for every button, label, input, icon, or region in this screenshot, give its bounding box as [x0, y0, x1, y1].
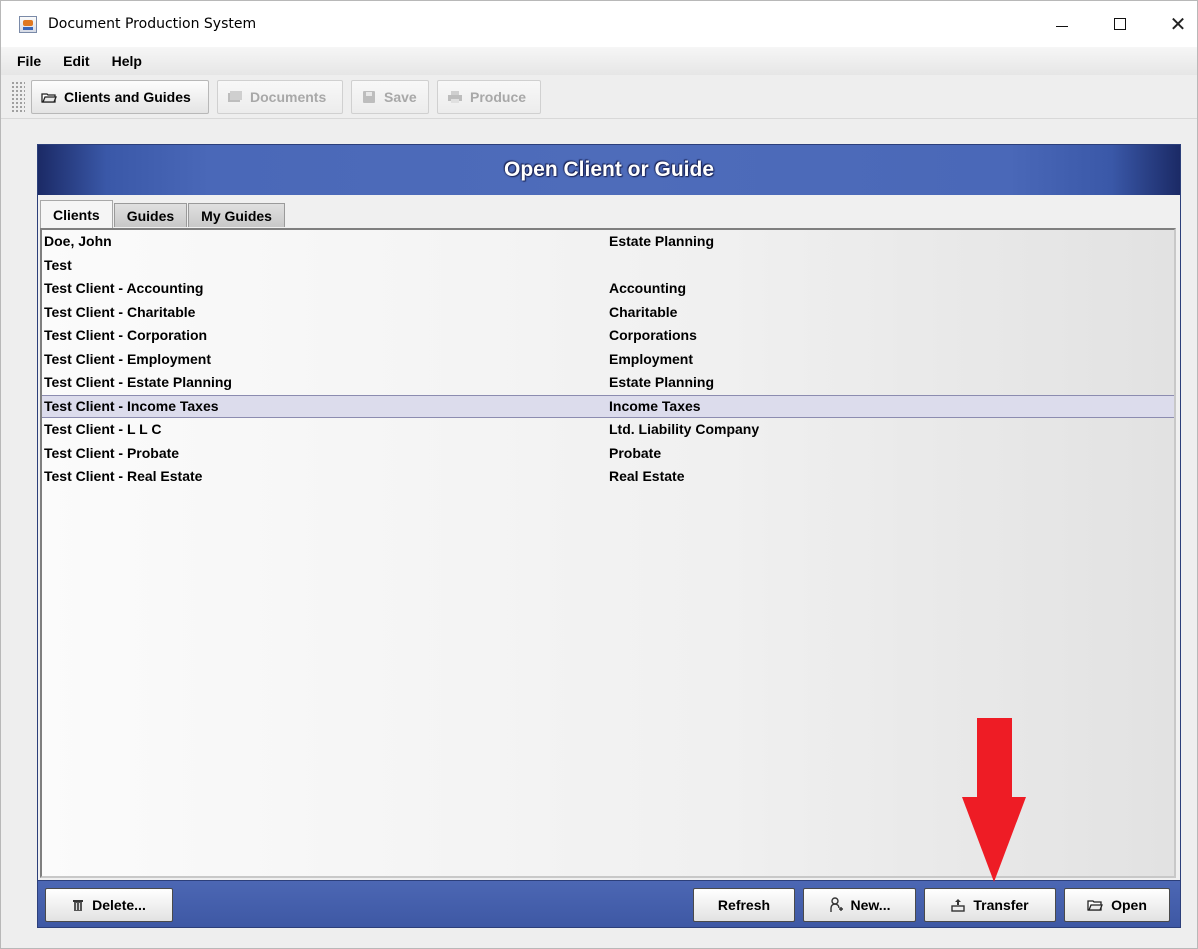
- title-bar: Document Production System ✕: [1, 1, 1197, 47]
- minimize-icon: [1056, 25, 1068, 27]
- refresh-button[interactable]: Refresh: [693, 888, 795, 922]
- transfer-button[interactable]: Transfer: [924, 888, 1056, 922]
- printer-icon: [446, 89, 464, 105]
- client-guide-type: Real Estate: [609, 468, 685, 484]
- window-title: Document Production System: [48, 16, 257, 32]
- list-item[interactable]: Test Client - Real Estate Real Estate: [42, 465, 1174, 489]
- list-item[interactable]: Test Client - Accounting Accounting: [42, 277, 1174, 301]
- client-name: Test Client - Estate Planning: [44, 374, 232, 390]
- tab-guides[interactable]: Guides: [113, 203, 188, 227]
- menu-file[interactable]: File: [3, 53, 49, 69]
- client-name: Test Client - L L C: [44, 421, 162, 437]
- menu-edit[interactable]: Edit: [49, 53, 97, 69]
- open-folder-icon: [1087, 898, 1104, 912]
- open-label: Open: [1111, 897, 1147, 913]
- transfer-label: Transfer: [973, 897, 1029, 913]
- menu-help[interactable]: Help: [98, 53, 150, 69]
- client-name: Test Client - Income Taxes: [44, 397, 219, 414]
- documents-label: Documents: [250, 89, 327, 105]
- toolbar: Clients and Guides Documents Save Produc…: [1, 75, 1197, 119]
- client-guide-type: Corporations: [609, 327, 697, 343]
- client-name: Test Client - Corporation: [44, 327, 208, 343]
- list-item[interactable]: Test: [42, 254, 1174, 278]
- trash-icon: [72, 898, 84, 912]
- list-item[interactable]: Test Client - Charitable Charitable: [42, 301, 1174, 325]
- app-icon: [19, 16, 37, 33]
- list-item[interactable]: Test Client - Corporation Corporations: [42, 324, 1174, 348]
- client-name: Doe, John: [44, 233, 112, 249]
- list-item[interactable]: Doe, John Estate Planning: [42, 230, 1174, 254]
- close-button[interactable]: ✕: [1149, 1, 1198, 47]
- minimize-button[interactable]: [1033, 1, 1091, 47]
- app-window: Document Production System ✕ File Edit H…: [0, 0, 1198, 949]
- tab-strip: Clients Guides My Guides: [40, 200, 286, 228]
- clients-and-guides-button[interactable]: Clients and Guides: [31, 80, 209, 114]
- menu-bar: File Edit Help: [1, 47, 1197, 75]
- close-icon: ✕: [1169, 12, 1187, 36]
- client-guide-type: Estate Planning: [609, 374, 715, 390]
- produce-button[interactable]: Produce: [437, 80, 541, 114]
- maximize-button[interactable]: [1091, 1, 1149, 47]
- client-guide-type: Charitable: [609, 303, 678, 320]
- client-name: Test Client - Charitable: [44, 303, 196, 320]
- panel-header: Open Client or Guide: [38, 145, 1180, 195]
- list-item[interactable]: Test Client - Employment Employment: [42, 348, 1174, 372]
- folder-open-icon: [40, 89, 58, 105]
- annotation-arrow-head: [962, 797, 1026, 882]
- documents-button[interactable]: Documents: [217, 80, 343, 114]
- client-guide-type: Accounting: [609, 280, 686, 296]
- produce-label: Produce: [470, 89, 527, 105]
- action-bar: Delete... Refresh New... Transfer Open: [38, 880, 1180, 927]
- client-name: Test Client - Probate: [44, 444, 180, 461]
- annotation-arrow-shaft: [977, 718, 1012, 798]
- client-guide-type: Employment: [609, 350, 694, 367]
- toolbar-grip[interactable]: [11, 81, 25, 113]
- list-item[interactable]: Test Client - L L C Ltd. Liability Compan…: [42, 418, 1174, 442]
- client-guide-type: Income Taxes: [609, 397, 701, 414]
- new-button[interactable]: New...: [803, 888, 916, 922]
- save-icon: [360, 89, 378, 105]
- refresh-label: Refresh: [717, 897, 771, 913]
- save-label: Save: [384, 89, 417, 105]
- save-button[interactable]: Save: [351, 80, 429, 114]
- clients-and-guides-label: Clients and Guides: [64, 89, 191, 105]
- open-button[interactable]: Open: [1064, 888, 1170, 922]
- delete-button[interactable]: Delete...: [45, 888, 173, 922]
- transfer-icon: [951, 898, 966, 912]
- client-name: Test: [44, 256, 72, 273]
- maximize-icon: [1114, 18, 1126, 30]
- list-item[interactable]: Test Client - Estate Planning Estate Plan…: [42, 371, 1174, 395]
- tab-clients[interactable]: Clients: [40, 200, 113, 228]
- client-guide-type: Ltd. Liability Company: [609, 421, 760, 437]
- panel-title: Open Client or Guide: [503, 158, 714, 181]
- documents-icon: [226, 89, 244, 105]
- new-user-icon: [829, 897, 843, 913]
- delete-label: Delete...: [92, 897, 146, 913]
- tab-my-guides[interactable]: My Guides: [188, 203, 285, 227]
- client-name: Test Client - Accounting: [44, 280, 204, 296]
- new-label: New...: [850, 897, 891, 913]
- client-guide-type: Estate Planning: [609, 233, 715, 249]
- list-item[interactable]: Test Client - Income Taxes Income Taxes: [42, 394, 1174, 418]
- list-item[interactable]: Test Client - Probate Probate: [42, 442, 1174, 466]
- client-name: Test Client - Employment: [44, 350, 211, 367]
- client-name: Test Client - Real Estate: [44, 468, 203, 484]
- client-guide-type: Probate: [609, 444, 662, 461]
